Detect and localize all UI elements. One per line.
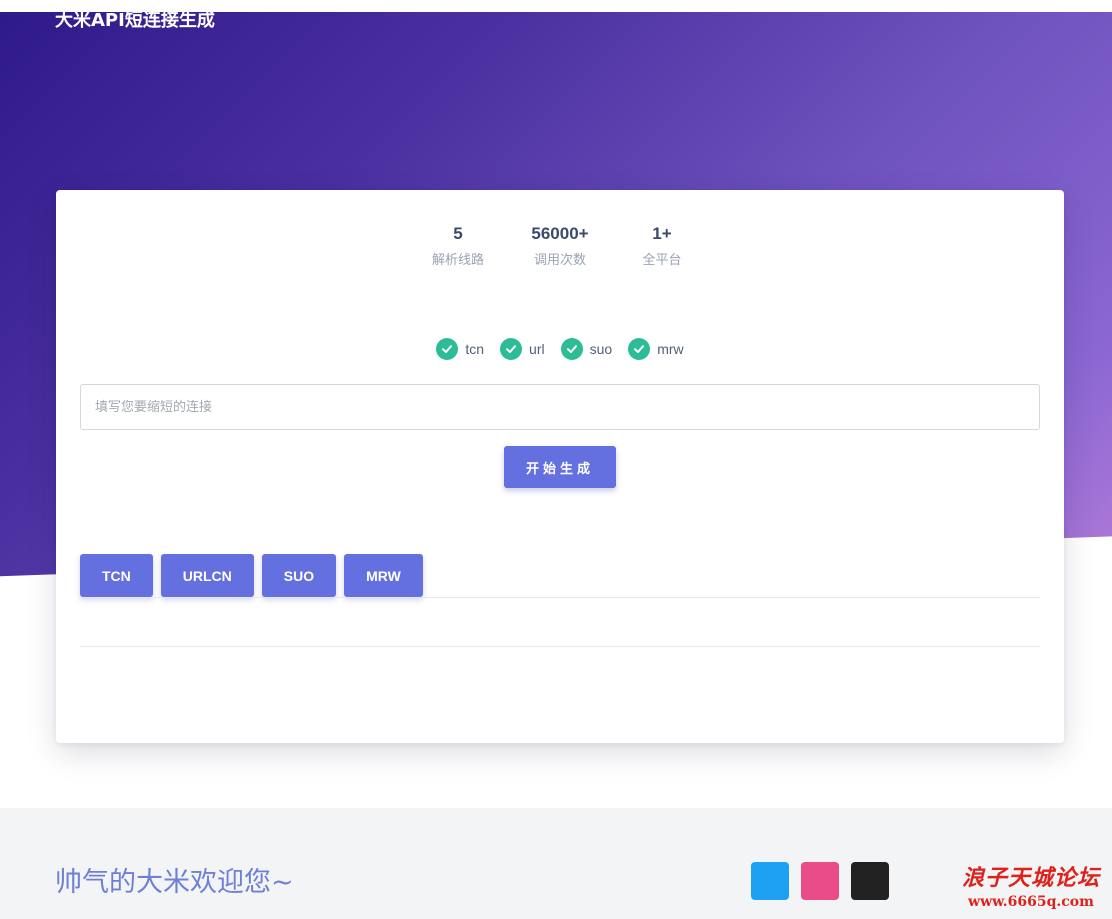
stat-label: 全平台 xyxy=(642,253,682,268)
tab-mrw[interactable]: MRW xyxy=(344,554,423,597)
stat-calls: 56000+ 调用次数 xyxy=(531,224,589,268)
generate-button[interactable]: 开始生成 xyxy=(504,446,616,488)
stat-lines: 5 解析线路 xyxy=(429,224,487,268)
result-tabs: TCN URLCN SUO MRW xyxy=(80,554,423,597)
watermark-title: 浪子天城论坛 xyxy=(962,865,1101,891)
service-checklist: tcn url suo mrw xyxy=(56,338,1064,360)
stat-label: 调用次数 xyxy=(533,253,586,268)
stat-value: 56000+ xyxy=(531,224,589,243)
tab-tcn[interactable]: TCN xyxy=(80,554,153,597)
github-icon[interactable] xyxy=(851,862,889,900)
service-label: url xyxy=(529,341,545,357)
watermark-url: www.6665q.com xyxy=(968,894,1094,910)
stat-value: 1+ xyxy=(652,224,672,243)
check-icon xyxy=(500,338,523,360)
main-card: 5 解析线路 56000+ 调用次数 1+ 全平台 tcn url suo mr… xyxy=(56,190,1064,743)
watermark: 浪子天城论坛 www.6665q.com xyxy=(962,860,1100,910)
stat-value: 5 xyxy=(453,224,463,243)
service-check-suo[interactable]: suo xyxy=(560,338,613,360)
footer: 帅气的大米欢迎您~ xyxy=(0,808,1112,919)
page: 大米API短连接生成 5 解析线路 56000+ 调用次数 1+ 全平台 tcn xyxy=(0,0,1112,919)
footer-welcome-text: 帅气的大米欢迎您~ xyxy=(55,867,294,898)
service-label: suo xyxy=(589,341,613,357)
site-title: 大米API短连接生成 xyxy=(55,10,215,31)
stats-row: 5 解析线路 56000+ 调用次数 1+ 全平台 xyxy=(56,224,1064,268)
service-check-url[interactable]: url xyxy=(500,338,545,360)
twitter-icon[interactable] xyxy=(751,862,789,900)
check-icon xyxy=(436,338,459,360)
service-check-tcn[interactable]: tcn xyxy=(436,338,484,360)
result-divider-top xyxy=(80,597,1040,598)
dribbble-icon[interactable] xyxy=(801,862,839,900)
tab-suo[interactable]: SUO xyxy=(261,554,337,597)
service-check-mrw[interactable]: mrw xyxy=(628,338,684,360)
check-icon xyxy=(560,338,583,360)
url-input[interactable] xyxy=(80,384,1040,430)
result-divider-bottom xyxy=(80,646,1040,647)
service-label: tcn xyxy=(465,341,485,357)
service-label: mrw xyxy=(657,341,684,357)
tab-urlcn[interactable]: URLCN xyxy=(160,554,254,597)
stat-label: 解析线路 xyxy=(431,253,484,268)
check-icon xyxy=(628,338,651,360)
stat-platforms: 1+ 全平台 xyxy=(633,224,691,268)
